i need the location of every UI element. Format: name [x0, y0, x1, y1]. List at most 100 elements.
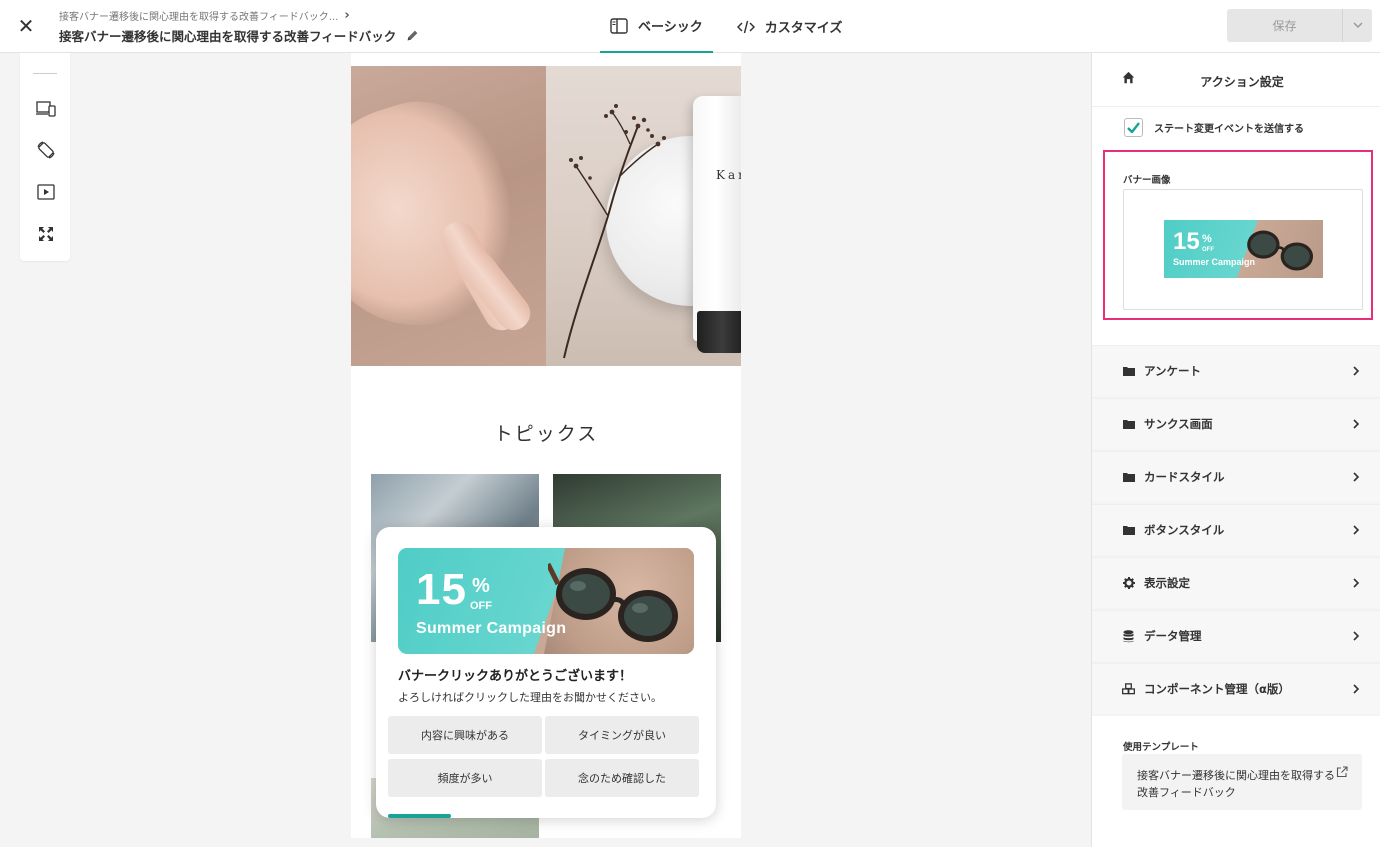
panel-title: アクション設定: [1200, 75, 1284, 89]
template-link[interactable]: 接客バナー遷移後に関心理由を取得する改善フィードバック: [1137, 767, 1337, 801]
banner-image-setting: バナー画像 15 % OFF Summer Campaign: [1103, 150, 1373, 320]
chevron-right-icon: [1353, 525, 1360, 535]
answer-button[interactable]: 内容に興味がある: [388, 716, 542, 754]
rotate-device-button[interactable]: [35, 139, 57, 161]
section-data-management[interactable]: データ管理: [1092, 610, 1380, 661]
section-label: ボタンスタイル: [1144, 523, 1225, 537]
feedback-popup: 15 % OFF Summer Campaign バナークリックありがとうござい…: [376, 527, 716, 818]
section-display-settings[interactable]: 表示設定: [1092, 557, 1380, 608]
tab-customize[interactable]: カスタマイズ: [727, 0, 853, 53]
device-preview-icon: [36, 101, 56, 117]
state-event-checkbox[interactable]: [1124, 118, 1143, 137]
cubes-icon: [1122, 683, 1135, 696]
folder-icon: [1122, 418, 1135, 431]
sunglasses-graphic: [548, 562, 678, 642]
breadcrumb-text[interactable]: 接客バナー遷移後に関心理由を取得する改善フィードバック...: [59, 8, 338, 23]
hand-photo: [351, 66, 546, 366]
section-thanks-screen[interactable]: サンクス画面: [1092, 398, 1380, 449]
section-label: カードスタイル: [1144, 470, 1225, 484]
banner-percent: 15: [416, 565, 467, 614]
mode-tabs: ベーシック カスタマイズ: [600, 0, 852, 53]
page-title: 接客バナー遷移後に関心理由を取得する改善フィードバック: [59, 29, 397, 44]
check-icon: [1127, 122, 1140, 133]
popup-subtitle: よろしければクリックした理由をお聞かせください。: [398, 691, 662, 704]
banner-campaign-text: Summer Campaign: [416, 620, 567, 637]
state-event-checkbox-label: ステート変更イベントを送信する: [1154, 124, 1304, 135]
pencil-icon[interactable]: [406, 29, 419, 42]
banner-thumb-percent-sign: %: [1202, 233, 1212, 245]
close-icon[interactable]: ✕: [14, 14, 38, 38]
section-button-style[interactable]: ボタンスタイル: [1092, 504, 1380, 555]
banner-image-thumbnail: 15 % OFF Summer Campaign: [1164, 220, 1323, 278]
settings-panel: アクション設定 ステート変更イベントを送信する バナー画像 15 % OFF S…: [1091, 53, 1380, 847]
section-survey[interactable]: アンケート: [1092, 345, 1380, 396]
campaign-banner[interactable]: 15 % OFF Summer Campaign: [398, 548, 694, 654]
template-link-box[interactable]: 接客バナー遷移後に関心理由を取得する改善フィードバック: [1122, 754, 1362, 810]
chevron-right-icon: [1353, 631, 1360, 641]
device-preview-button[interactable]: [35, 98, 57, 120]
banner-thumb-off: OFF: [1202, 247, 1214, 253]
fullscreen-button[interactable]: [35, 223, 57, 245]
section-label: アンケート: [1144, 364, 1202, 378]
section-label: コンポーネント管理（α版）: [1144, 682, 1290, 696]
tab-basic[interactable]: ベーシック: [600, 0, 713, 53]
banner-off-text: OFF: [470, 600, 492, 612]
chevron-right-icon: [1353, 366, 1360, 376]
folder-icon: [1122, 524, 1135, 537]
toolbar-divider: [33, 73, 57, 74]
banner-thumb-campaign: Summer Campaign: [1173, 257, 1256, 267]
play-preview-icon: [37, 184, 55, 200]
template-label: 使用テンプレート: [1123, 742, 1199, 753]
section-label: 表示設定: [1144, 576, 1190, 590]
tab-basic-label: ベーシック: [638, 20, 703, 35]
gear-icon: [1122, 577, 1135, 590]
fullscreen-expand-icon: [39, 227, 53, 241]
banner-thumb-percent: 15: [1173, 228, 1200, 255]
play-preview-button[interactable]: [35, 181, 57, 203]
sidebar-layout-icon: [610, 17, 628, 34]
chevron-right-icon: [1353, 684, 1360, 694]
survey-progress-fill: [388, 814, 452, 818]
save-button[interactable]: 保存: [1227, 9, 1342, 42]
state-event-checkbox-row[interactable]: ステート変更イベントを送信する: [1124, 118, 1304, 137]
cream-tube-cap: [697, 311, 741, 353]
banner-image-picker[interactable]: 15 % OFF Summer Campaign: [1123, 189, 1363, 310]
settings-sections: アンケート サンクス画面 カードスタイル ボタンスタイル 表示設定 データ管理 …: [1092, 345, 1380, 716]
answer-button[interactable]: タイミングが良い: [545, 716, 699, 754]
hero-image: Kar: [351, 66, 741, 366]
top-bar: ✕ 接客バナー遷移後に関心理由を取得する改善フィードバック... › 接客バナー…: [0, 0, 1380, 53]
chevron-right-icon: [1353, 472, 1360, 482]
section-label: データ管理: [1144, 629, 1202, 643]
banner-percent-sign: %: [472, 575, 490, 597]
section-label: サンクス画面: [1144, 417, 1213, 431]
save-group: 保存: [1227, 9, 1372, 42]
database-icon: [1122, 629, 1135, 643]
code-icon: [736, 20, 755, 33]
survey-progress-bar: [388, 814, 704, 818]
topics-heading: トピックス: [493, 423, 599, 445]
cream-tube: [693, 96, 741, 341]
product-photo: Kar: [546, 66, 741, 366]
panel-header: アクション設定: [1092, 53, 1380, 107]
product-brand-text: Kar: [716, 168, 741, 182]
section-card-style[interactable]: カードスタイル: [1092, 451, 1380, 502]
popup-title: バナークリックありがとうございます！: [398, 669, 633, 684]
chevron-right-icon: ›: [344, 8, 350, 23]
answer-button[interactable]: 念のため確認した: [545, 759, 699, 797]
breadcrumb[interactable]: 接客バナー遷移後に関心理由を取得する改善フィードバック... ›: [59, 8, 350, 23]
folder-icon: [1122, 471, 1135, 484]
banner-image-label: バナー画像: [1123, 175, 1171, 186]
answer-button[interactable]: 頻度が多い: [388, 759, 542, 797]
left-toolbar: [20, 53, 70, 261]
save-dropdown-button[interactable]: [1342, 9, 1372, 42]
section-component-management[interactable]: コンポーネント管理（α版）: [1092, 663, 1380, 714]
title-row: 接客バナー遷移後に関心理由を取得する改善フィードバック: [59, 26, 419, 45]
chevron-down-icon: [1352, 22, 1363, 29]
sunglasses-graphic: [1247, 230, 1314, 271]
chevron-right-icon: [1353, 419, 1360, 429]
folder-icon: [1122, 365, 1135, 378]
chevron-right-icon: [1353, 578, 1360, 588]
rotate-device-icon: [37, 141, 55, 159]
external-link-icon: [1336, 766, 1348, 778]
tab-customize-label: カスタマイズ: [764, 21, 843, 36]
